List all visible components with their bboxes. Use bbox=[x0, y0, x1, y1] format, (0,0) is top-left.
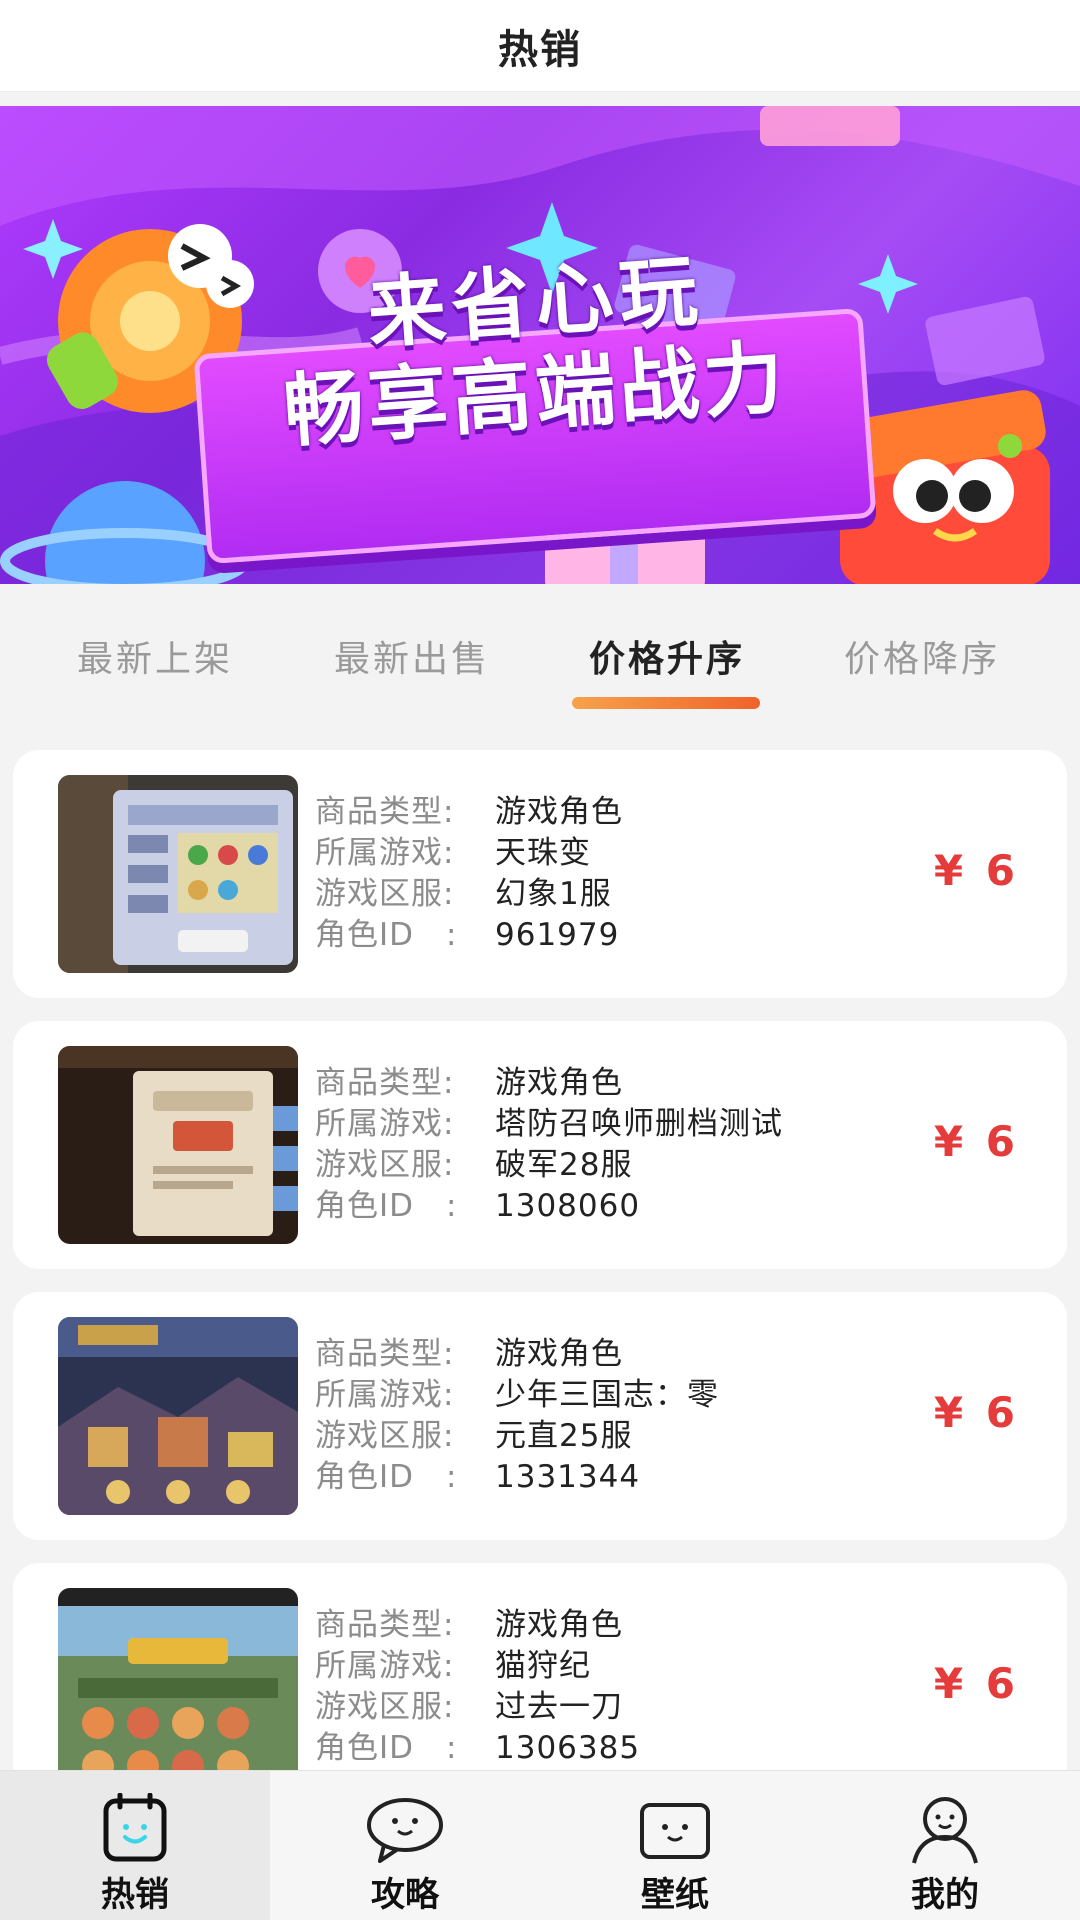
user-icon bbox=[912, 1797, 978, 1864]
product-price: ¥ 6 bbox=[933, 1659, 1019, 1708]
nav-profile[interactable]: 我的 bbox=[810, 1771, 1080, 1920]
product-card[interactable]: 商品类型: 游戏角色 所属游戏: 天珠变 游戏区服: 幻象1服 角色ID : 96197… bbox=[13, 750, 1067, 998]
product-card[interactable]: 商品类型: 游戏角色 所属游戏: 塔防召唤师删档测试 游戏区服: 破军28服 角色ID… bbox=[13, 1021, 1067, 1269]
product-type: 游戏角色 bbox=[495, 1065, 623, 1101]
top-bar: 热销 bbox=[0, 0, 1080, 92]
label-product-type: 商品类型: bbox=[315, 1607, 455, 1643]
page: 热销 来省心玩 畅享高端战力 最新上架 最新出售 价格升序 价格降序 商品类型:… bbox=[0, 0, 1080, 1920]
product-thumbnail bbox=[58, 1588, 298, 1786]
label-product-type: 商品类型: bbox=[315, 1336, 455, 1372]
label-server: 游戏区服: bbox=[315, 876, 455, 912]
product-game: 塔防召唤师删档测试 bbox=[495, 1106, 783, 1142]
product-server: 幻象1服 bbox=[495, 876, 612, 912]
tab-newest-sold[interactable]: 最新出售 bbox=[282, 630, 542, 710]
product-thumbnail bbox=[58, 1317, 298, 1515]
calendar-face-icon bbox=[103, 1793, 167, 1862]
active-tab-indicator bbox=[572, 697, 760, 709]
label-product-type: 商品类型: bbox=[315, 1065, 455, 1101]
bottom-nav: 热销 攻略 壁纸 我的 bbox=[0, 1770, 1080, 1920]
product-role-id: 961979 bbox=[495, 917, 620, 953]
label-role-id: 角色ID : bbox=[315, 917, 458, 953]
product-type: 游戏角色 bbox=[495, 1607, 623, 1643]
product-role-id: 1306385 bbox=[495, 1730, 641, 1766]
product-card[interactable]: 商品类型: 游戏角色 所属游戏: 少年三国志：零 游戏区服: 元直25服 角色ID :… bbox=[13, 1292, 1067, 1540]
product-game: 猫狩纪 bbox=[495, 1648, 591, 1684]
nav-wallpapers[interactable]: 壁纸 bbox=[540, 1771, 810, 1920]
label-product-type: 商品类型: bbox=[315, 794, 455, 830]
label-server: 游戏区服: bbox=[315, 1147, 455, 1183]
tab-newest-listed[interactable]: 最新上架 bbox=[25, 630, 285, 710]
product-info: 商品类型: 游戏角色 所属游戏: 猫狩纪 游戏区服: 过去一刀 角色ID : 13063… bbox=[315, 1605, 640, 1769]
nav-hot-sales[interactable]: 热销 bbox=[0, 1771, 270, 1920]
label-role-id: 角色ID : bbox=[315, 1459, 458, 1495]
product-price: ¥ 6 bbox=[933, 1117, 1019, 1166]
product-server: 元直25服 bbox=[495, 1418, 633, 1454]
sort-tabs: 最新上架 最新出售 价格升序 价格降序 bbox=[0, 630, 1080, 710]
product-server: 过去一刀 bbox=[495, 1689, 623, 1725]
chat-bubble-icon bbox=[367, 1798, 443, 1863]
product-type: 游戏角色 bbox=[495, 1336, 623, 1372]
nav-label: 攻略 bbox=[371, 1875, 439, 1915]
product-role-id: 1331344 bbox=[495, 1459, 641, 1495]
tab-price-descending[interactable]: 价格降序 bbox=[792, 630, 1052, 710]
product-info: 商品类型: 游戏角色 所属游戏: 少年三国志：零 游戏区服: 元直25服 角色ID :… bbox=[315, 1334, 719, 1498]
nav-label: 我的 bbox=[911, 1875, 979, 1915]
nav-label: 热销 bbox=[101, 1875, 169, 1915]
product-price: ¥ 6 bbox=[933, 1388, 1019, 1437]
product-price: ¥ 6 bbox=[933, 846, 1019, 895]
label-server: 游戏区服: bbox=[315, 1418, 455, 1454]
product-game: 天珠变 bbox=[495, 835, 591, 871]
product-role-id: 1308060 bbox=[495, 1188, 641, 1224]
label-server: 游戏区服: bbox=[315, 1689, 455, 1725]
product-thumbnail bbox=[58, 775, 298, 973]
page-title: 热销 bbox=[498, 26, 582, 73]
tv-face-icon bbox=[640, 1803, 710, 1859]
label-role-id: 角色ID : bbox=[315, 1730, 458, 1766]
product-info: 商品类型: 游戏角色 所属游戏: 天珠变 游戏区服: 幻象1服 角色ID : 96197… bbox=[315, 792, 623, 956]
product-game: 少年三国志：零 bbox=[495, 1377, 719, 1413]
product-server: 破军28服 bbox=[495, 1147, 633, 1183]
product-thumbnail bbox=[58, 1046, 298, 1244]
label-game: 所属游戏: bbox=[315, 835, 455, 871]
label-game: 所属游戏: bbox=[315, 1648, 455, 1684]
label-game: 所属游戏: bbox=[315, 1106, 455, 1142]
nav-guides[interactable]: 攻略 bbox=[270, 1771, 540, 1920]
label-role-id: 角色ID : bbox=[315, 1188, 458, 1224]
product-info: 商品类型: 游戏角色 所属游戏: 塔防召唤师删档测试 游戏区服: 破军28服 角色ID… bbox=[315, 1063, 783, 1227]
label-game: 所属游戏: bbox=[315, 1377, 455, 1413]
nav-label: 壁纸 bbox=[641, 1875, 709, 1915]
product-type: 游戏角色 bbox=[495, 794, 623, 830]
